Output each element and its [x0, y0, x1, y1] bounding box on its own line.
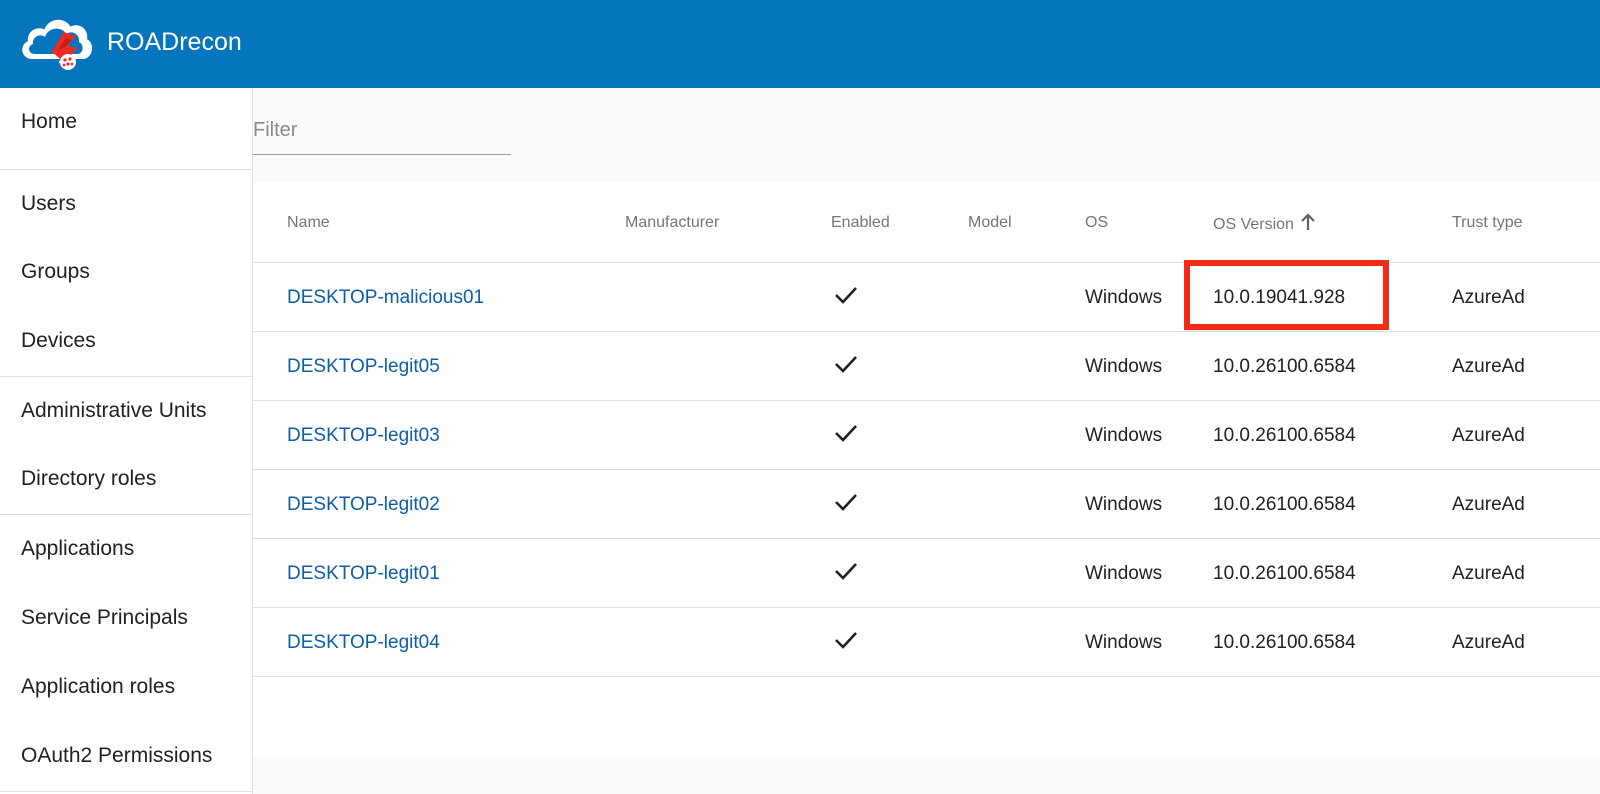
sidebar-item-devices[interactable]: Devices: [0, 307, 252, 375]
sidebar-item-oauth2-permissions[interactable]: OAuth2 Permissions: [0, 722, 252, 790]
column-header-os[interactable]: OS: [1085, 213, 1108, 233]
column-header-os-version[interactable]: OS Version: [1213, 213, 1316, 235]
sidebar-item-label: OAuth2 Permissions: [21, 744, 213, 767]
trust-type-cell: AzureAd: [1452, 494, 1525, 515]
sidebar-item-label: Service Principals: [21, 606, 188, 629]
filter-field: [253, 108, 511, 155]
check-icon: [835, 563, 857, 580]
table-row: DESKTOP-legit03 Windows 10.0.26100.6584 …: [253, 401, 1600, 470]
sidebar-item-service-principals[interactable]: Service Principals: [0, 584, 252, 652]
os-version-cell: 10.0.26100.6584: [1213, 632, 1356, 653]
device-name-link[interactable]: DESKTOP-malicious01: [287, 287, 484, 309]
sidebar-item-application-roles[interactable]: Application roles: [0, 653, 252, 721]
table-header-row: Name Manufacturer Enabled Model OS OS Ve…: [253, 182, 1600, 263]
sidebar-item-users[interactable]: Users: [0, 170, 252, 238]
column-header-label: OS Version: [1213, 216, 1294, 233]
os-cell: Windows: [1085, 494, 1163, 515]
device-name-link[interactable]: DESKTOP-legit01: [287, 563, 440, 585]
trust-type-cell: AzureAd: [1452, 356, 1525, 377]
trust-type-cell: AzureAd: [1452, 563, 1525, 584]
sidebar-item-label: Devices: [21, 329, 96, 352]
os-cell: Windows: [1085, 425, 1163, 446]
trust-type-cell: AzureAd: [1452, 287, 1525, 308]
check-icon: [835, 287, 857, 304]
filter-input[interactable]: [253, 116, 503, 144]
sidebar-item-label: Administrative Units: [21, 399, 207, 422]
os-cell: Windows: [1085, 287, 1163, 308]
trust-type-cell: AzureAd: [1452, 632, 1525, 653]
os-cell: Windows: [1085, 356, 1163, 377]
trust-type-cell: AzureAd: [1452, 425, 1525, 446]
devices-table: Name Manufacturer Enabled Model OS OS Ve…: [253, 182, 1600, 757]
column-header-manufacturer[interactable]: Manufacturer: [625, 213, 719, 233]
column-header-trust-type[interactable]: Trust type: [1452, 213, 1523, 233]
device-name-link[interactable]: DESKTOP-legit03: [287, 425, 440, 447]
cloud-logo-icon: [22, 19, 92, 70]
table-row: DESKTOP-legit02 Windows 10.0.26100.6584 …: [253, 470, 1600, 539]
app-title: ROADrecon: [107, 28, 242, 56]
os-cell: Windows: [1085, 563, 1163, 584]
device-name-link[interactable]: DESKTOP-legit05: [287, 356, 440, 378]
device-name-link[interactable]: DESKTOP-legit02: [287, 494, 440, 516]
column-header-name[interactable]: Name: [287, 213, 330, 233]
table-row: DESKTOP-malicious01 Windows 10.0.19041.9…: [253, 263, 1600, 332]
sidebar-item-groups[interactable]: Groups: [0, 238, 252, 306]
sidebar-item-label: Application roles: [21, 675, 176, 698]
check-icon: [835, 425, 857, 442]
sidebar-item-label: Applications: [21, 537, 135, 560]
os-cell: Windows: [1085, 632, 1163, 653]
device-name-link[interactable]: DESKTOP-legit04: [287, 632, 440, 654]
os-version-cell: 10.0.26100.6584: [1213, 563, 1356, 584]
app-header: ROADrecon: [0, 0, 1600, 88]
column-header-model[interactable]: Model: [968, 213, 1012, 233]
check-icon: [835, 356, 857, 373]
sidebar-item-label: Groups: [21, 260, 90, 283]
sidebar-item-home[interactable]: Home: [0, 88, 252, 156]
sidebar-item-administrative-units[interactable]: Administrative Units: [0, 377, 252, 445]
os-version-cell: 10.0.26100.6584: [1213, 494, 1356, 515]
check-icon: [835, 632, 857, 649]
os-version-cell: 10.0.26100.6584: [1213, 356, 1356, 377]
sidebar-item-directory-roles[interactable]: Directory roles: [0, 445, 252, 513]
sidebar-item-applications[interactable]: Applications: [0, 515, 252, 583]
check-icon: [835, 494, 857, 511]
sidebar-nav: Home Users Groups Devices Administrative…: [0, 88, 253, 794]
table-row: DESKTOP-legit01 Windows 10.0.26100.6584 …: [253, 539, 1600, 608]
arrow-up-icon: [1301, 213, 1315, 230]
table-row: DESKTOP-legit05 Windows 10.0.26100.6584 …: [253, 332, 1600, 401]
column-header-enabled[interactable]: Enabled: [831, 213, 890, 233]
sidebar-item-label: Home: [21, 110, 78, 133]
highlight-box: [1184, 260, 1389, 330]
sidebar-item-label: Users: [21, 192, 76, 215]
sidebar-item-label: Directory roles: [21, 467, 157, 490]
sidebar-divider: [0, 791, 252, 792]
table-row: DESKTOP-legit04 Windows 10.0.26100.6584 …: [253, 608, 1600, 677]
os-version-cell: 10.0.26100.6584: [1213, 425, 1356, 446]
